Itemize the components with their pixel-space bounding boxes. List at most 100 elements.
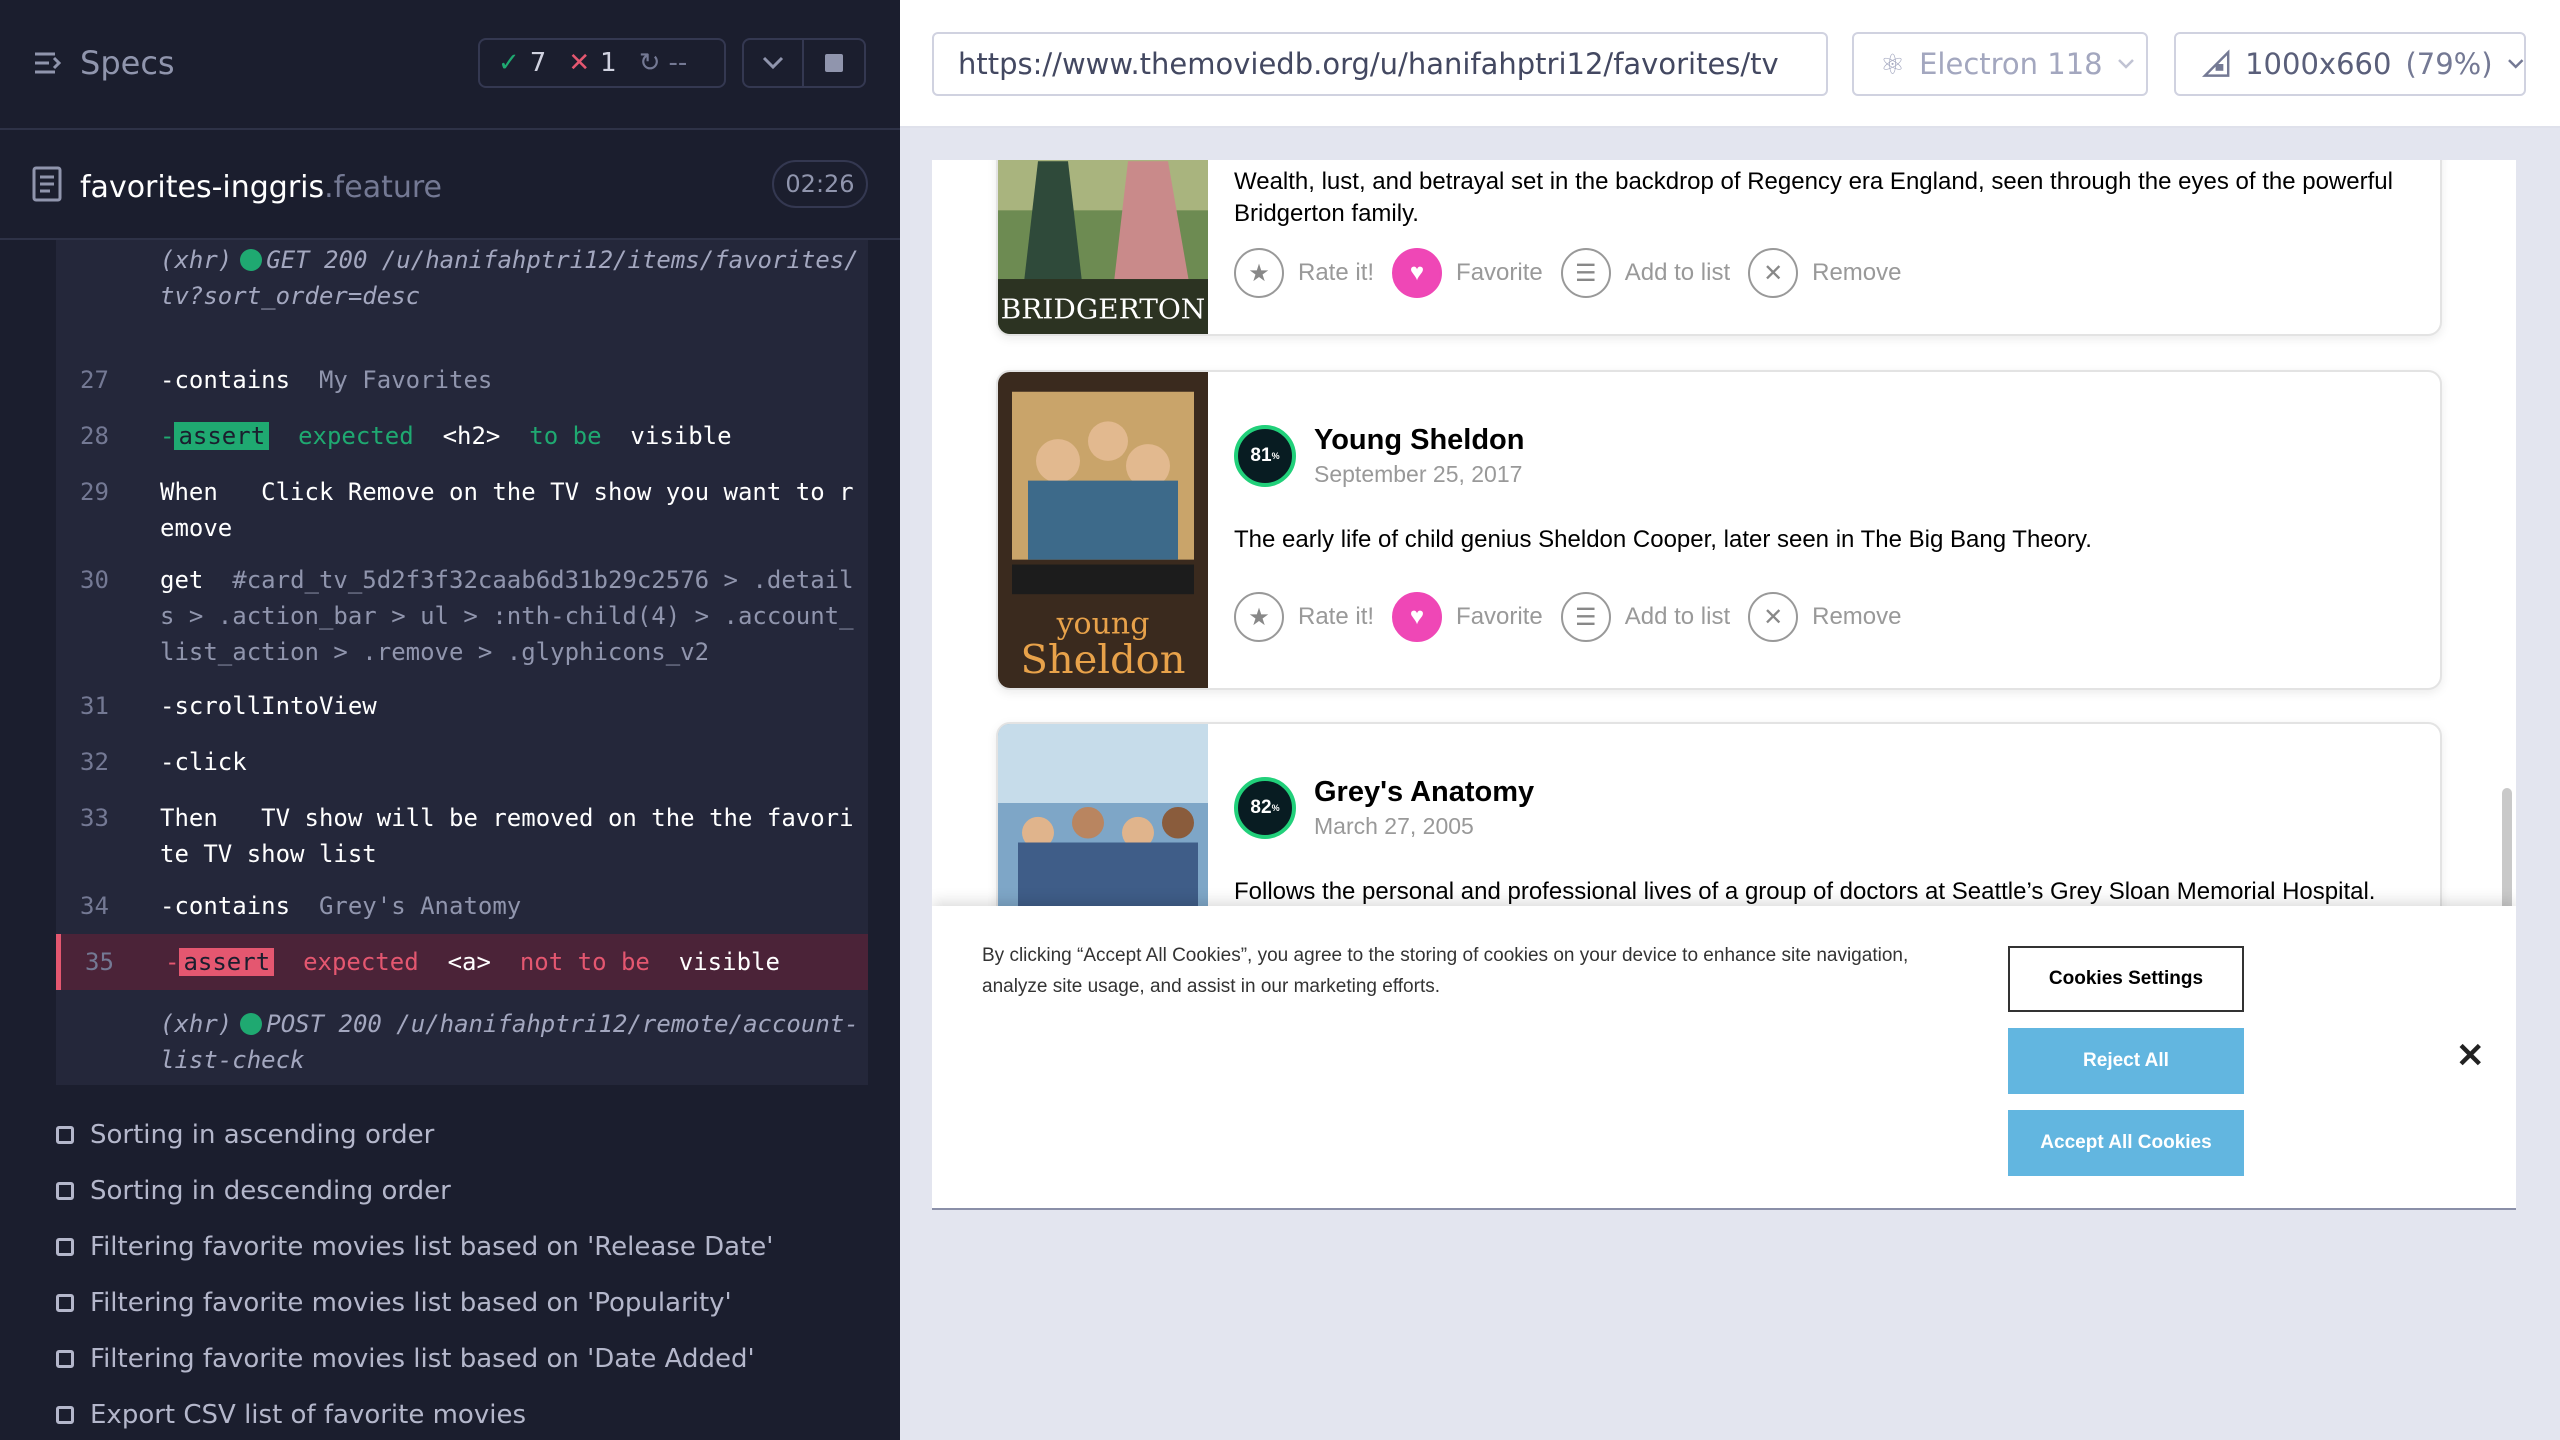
- stop-button[interactable]: [804, 38, 866, 88]
- command-row[interactable]: 27 -contains My Favorites: [56, 362, 868, 398]
- test-title: Filtering favorite movies list based on …: [90, 1232, 774, 1262]
- xhr-method: POST 200: [266, 1010, 382, 1038]
- specs-header: Specs ✓ 7 ✕ 1 ↻ --: [0, 0, 900, 130]
- test-title: Filtering favorite movies list based on …: [90, 1344, 755, 1374]
- chevron-down-icon: [2117, 59, 2134, 69]
- browser-name: Electron 118: [1919, 47, 2103, 81]
- heart-icon: ♥: [1392, 248, 1443, 298]
- close-icon[interactable]: ✕: [2456, 1036, 2485, 1076]
- assert-mid: to be: [529, 422, 602, 450]
- viewport-selector[interactable]: 1000x660 (79%): [2174, 32, 2526, 96]
- xhr-path: /u/hanifahptri12/items/favorites/tv?sort…: [160, 246, 859, 310]
- passed-count: 7: [529, 48, 547, 78]
- xhr-path: /u/hanifahptri12/remote/account-list-che…: [160, 1010, 859, 1074]
- add-to-list-button[interactable]: ☰ Add to list: [1560, 248, 1730, 298]
- command-row[interactable]: 32 -click: [56, 744, 868, 780]
- tv-card-bridgerton: BRIDGERTON Wealth, lust, and betrayal se…: [996, 160, 2442, 336]
- command-xhr-post[interactable]: (xhr) POST 200 /u/hanifahptri12/remote/ac…: [56, 1006, 868, 1078]
- xhr-label: (xhr): [160, 246, 233, 274]
- command-name: -scrollIntoView: [160, 692, 377, 720]
- show-overview: The early life of child genius Sheldon C…: [1234, 526, 2092, 553]
- url-bar[interactable]: https://www.themoviedb.org/u/hanifahptri…: [932, 32, 1828, 96]
- tmdb-favorites-page: BRIDGERTON Wealth, lust, and betrayal se…: [932, 160, 2516, 1208]
- pending-count: --: [668, 48, 688, 78]
- rate-label: Rate it!: [1298, 259, 1375, 286]
- failed-count: 1: [600, 48, 617, 78]
- step-when[interactable]: 29 When Click Remove on the TV show you …: [56, 474, 868, 546]
- spec-file-header: favorites-inggris.feature 02:26: [0, 140, 900, 240]
- command-row-failed-assert[interactable]: 35 - assert expected <a> not to be visibl…: [56, 934, 868, 990]
- line-number: 31: [80, 692, 109, 720]
- specs-toggle[interactable]: Specs: [32, 44, 175, 82]
- step-text: TV show will be removed on the the favor…: [160, 804, 854, 868]
- command-row-get[interactable]: 30 get #card_tv_5d2f3f32caab6d31b29c2576…: [56, 562, 868, 670]
- remove-button[interactable]: ✕ Remove: [1748, 248, 1902, 298]
- step-keyword: Then: [160, 804, 218, 832]
- list-icon: ☰: [1560, 248, 1611, 298]
- step-then[interactable]: 33 Then TV show will be removed on the t…: [56, 800, 868, 872]
- favorite-label: Favorite: [1456, 603, 1543, 630]
- remove-button[interactable]: ✕ Remove: [1748, 592, 1902, 642]
- browser-selector[interactable]: ⚛ Electron 118: [1852, 32, 2148, 96]
- show-overview: Follows the personal and professional li…: [1234, 878, 2376, 905]
- poster-title-1: young: [1056, 607, 1150, 642]
- assert-text: expected: [303, 948, 419, 976]
- command-row[interactable]: 34 -contains Grey's Anatomy: [56, 888, 868, 924]
- command-name: get: [160, 566, 204, 594]
- aut-iframe: BRIDGERTON Wealth, lust, and betrayal se…: [932, 160, 2516, 1210]
- show-title[interactable]: Young Sheldon: [1314, 424, 1525, 457]
- command-name: -contains: [160, 366, 291, 394]
- command-xhr-get[interactable]: (xhr) GET 200 /u/hanifahptri12/items/favo…: [56, 242, 868, 350]
- favorite-button[interactable]: ♥ Favorite: [1392, 248, 1543, 298]
- command-row-assert[interactable]: 28 - assert expected <h2> to be visible: [56, 418, 868, 454]
- command-arg: My Favorites: [318, 366, 493, 394]
- poster-title-2: Sheldon: [1020, 637, 1185, 683]
- test-item[interactable]: Filtering favorite movies list based on …: [56, 1344, 755, 1374]
- menu-collapse-icon: [35, 52, 62, 74]
- add-to-list-button[interactable]: ☰ Add to list: [1560, 592, 1730, 642]
- specs-label: Specs: [80, 44, 175, 82]
- rate-button[interactable]: ★ Rate it!: [1234, 248, 1374, 298]
- xhr-label: (xhr): [160, 1010, 233, 1038]
- reject-all-button[interactable]: Reject All: [2008, 1028, 2244, 1094]
- star-icon: ★: [1234, 592, 1284, 642]
- action-bar: ★ Rate it! ♥ Favorite ☰ Add to list ✕ Remove: [1234, 592, 1906, 642]
- command-row[interactable]: 31 -scrollIntoView: [56, 688, 868, 724]
- app-under-test: https://www.themoviedb.org/u/hanifahptri…: [900, 0, 2560, 1440]
- release-date: September 25, 2017: [1314, 461, 1523, 487]
- collapse-button[interactable]: [742, 38, 804, 88]
- step-keyword: When: [160, 478, 218, 506]
- chevron-down-icon: [2507, 59, 2523, 69]
- action-bar: ★ Rate it! ♥ Favorite ☰ Add to list ✕ Remove: [1234, 248, 1906, 298]
- show-title[interactable]: Grey's Anatomy: [1314, 776, 1534, 809]
- poster-image[interactable]: BRIDGERTON: [998, 160, 1208, 334]
- test-item[interactable]: Sorting in ascending order: [56, 1120, 434, 1150]
- test-item[interactable]: Filtering favorite movies list based on …: [56, 1232, 773, 1262]
- command-dash: -: [160, 422, 175, 450]
- accept-all-cookies-button[interactable]: Accept All Cookies: [2008, 1110, 2244, 1176]
- line-number: 27: [80, 366, 109, 394]
- tv-card-young-sheldon: young Sheldon 81% Young Sheldon Septembe…: [996, 370, 2442, 690]
- line-number: 29: [80, 478, 109, 506]
- test-title: Filtering favorite movies list based on …: [90, 1288, 732, 1318]
- cookies-settings-button[interactable]: Cookies Settings: [2008, 946, 2244, 1012]
- assert-end: visible: [678, 948, 780, 976]
- rate-button[interactable]: ★ Rate it!: [1234, 592, 1374, 642]
- status-dot: [240, 1013, 263, 1035]
- test-item[interactable]: Export CSV list of favorite movies: [56, 1400, 526, 1430]
- score-suffix: %: [1271, 451, 1280, 461]
- favorite-button[interactable]: ♥ Favorite: [1392, 592, 1543, 642]
- title-row: 81% Young Sheldon September 25, 2017: [1234, 424, 1525, 488]
- score-suffix: %: [1271, 803, 1280, 813]
- title-row: 82% Grey's Anatomy March 27, 2005: [1234, 776, 1534, 840]
- pending-icon: ↻: [638, 48, 661, 78]
- spec-file-name[interactable]: favorites-inggris.feature: [80, 170, 442, 205]
- line-number: 34: [80, 892, 109, 920]
- test-item[interactable]: Sorting in descending order: [56, 1176, 451, 1206]
- electron-icon: ⚛: [1880, 47, 1906, 81]
- poster-image[interactable]: young Sheldon: [998, 372, 1208, 688]
- test-item[interactable]: Filtering favorite movies list based on …: [56, 1288, 732, 1318]
- list-icon: ☰: [1560, 592, 1611, 642]
- remove-label: Remove: [1812, 603, 1902, 630]
- assert-element: <h2>: [442, 422, 501, 450]
